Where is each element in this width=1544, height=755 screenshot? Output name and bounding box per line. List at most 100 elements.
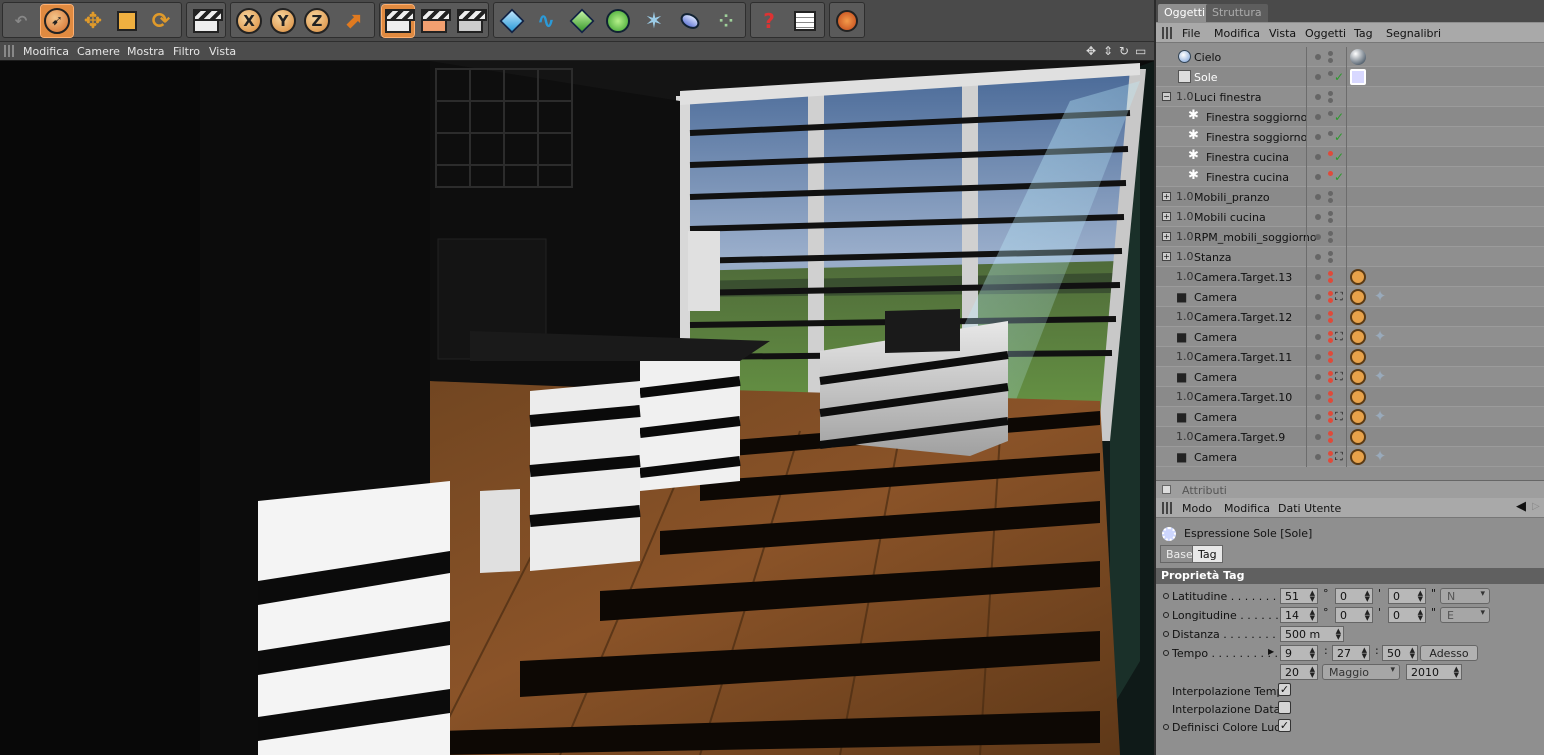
table-icon[interactable] (789, 5, 821, 37)
protection-tag-icon[interactable] (1350, 329, 1366, 345)
object-row-stanza[interactable]: + 1.0 Stanza (1156, 247, 1544, 267)
protection-tag-icon[interactable] (1350, 289, 1366, 305)
interpolate-date-checkbox[interactable] (1278, 701, 1291, 714)
help-icon[interactable]: ? (753, 5, 785, 37)
protection-tag-icon[interactable] (1350, 369, 1366, 385)
object-row-sole[interactable]: Sole ✓ (1156, 67, 1544, 87)
editor-dot[interactable] (1328, 298, 1333, 303)
tab-structure[interactable]: Struttura (1206, 4, 1268, 22)
y-axis-icon[interactable]: Y (267, 5, 299, 37)
panel-toggle-icon[interactable] (1162, 485, 1171, 494)
latitude-direction-select[interactable]: N ▾ (1440, 588, 1490, 604)
maximize-icon[interactable]: ▭ (1135, 44, 1146, 58)
visibility-dot[interactable] (1315, 234, 1321, 240)
viewport-menu-view[interactable]: Vista (209, 45, 236, 58)
viewport-menu-display[interactable]: Mostra (127, 45, 165, 58)
enabled-check-icon[interactable]: ✓ (1334, 170, 1344, 184)
object-name[interactable]: Camera (1194, 331, 1237, 344)
visibility-dot[interactable] (1315, 394, 1321, 400)
viewport-menu-filter[interactable]: Filtro (173, 45, 200, 58)
object-name[interactable]: Sole (1194, 71, 1218, 84)
object-name[interactable]: Camera (1194, 291, 1237, 304)
protection-tag-icon[interactable] (1350, 349, 1366, 365)
object-row-cielo[interactable]: Cielo (1156, 47, 1544, 67)
editor-dot[interactable] (1328, 258, 1333, 263)
move-icon[interactable]: ✥ (77, 5, 109, 37)
expand-icon[interactable]: + (1162, 192, 1171, 201)
editor-dot[interactable] (1328, 98, 1333, 103)
render-dot[interactable] (1328, 431, 1333, 436)
viewport-menu-edit[interactable]: Modifica (23, 45, 69, 58)
editor-dot[interactable] (1328, 198, 1333, 203)
render-dot[interactable] (1328, 131, 1333, 136)
animate-dot-icon[interactable] (1163, 593, 1169, 599)
longitude-minutes-field[interactable]: 0 ▲ ▼ (1335, 607, 1373, 623)
object-name[interactable]: Luci finestra (1194, 91, 1261, 104)
3d-viewport[interactable] (0, 61, 1154, 755)
render-dot[interactable] (1328, 91, 1333, 96)
editor-dot[interactable] (1328, 278, 1333, 283)
visibility-dot[interactable] (1315, 294, 1321, 300)
object-row-camera-target-11[interactable]: 1.0 Camera.Target.11 (1156, 347, 1544, 367)
animate-dot-icon[interactable] (1163, 631, 1169, 637)
animate-dot-icon[interactable] (1163, 724, 1169, 730)
z-axis-icon[interactable]: Z (301, 5, 333, 37)
object-name[interactable]: Camera (1194, 411, 1237, 424)
visibility-dot[interactable] (1315, 314, 1321, 320)
rotate-icon[interactable]: ⟳ (145, 5, 177, 37)
expand-triangle-icon[interactable]: ▶ (1268, 647, 1274, 656)
editor-dot[interactable] (1328, 238, 1333, 243)
visibility-dot[interactable] (1315, 114, 1321, 120)
distance-field[interactable]: 500 m ▲ ▼ (1280, 626, 1344, 642)
visibility-dot[interactable] (1315, 154, 1321, 160)
editor-dot[interactable] (1328, 438, 1333, 443)
spline-icon[interactable]: ∿ (530, 5, 562, 37)
menu-user-data[interactable]: Dati Utente (1278, 502, 1341, 515)
editor-dot[interactable] (1328, 358, 1333, 363)
render-dot[interactable] (1328, 151, 1333, 156)
editor-dot[interactable] (1328, 338, 1333, 343)
object-row-camera[interactable]: ■ Camera ⛶ ✦ (1156, 367, 1544, 387)
editor-dot[interactable] (1328, 58, 1333, 63)
visibility-dot[interactable] (1315, 374, 1321, 380)
sky-tag-icon[interactable] (1350, 49, 1366, 65)
camera-tag-icon[interactable]: ⛶ (1335, 329, 1351, 345)
render-dot[interactable] (1328, 111, 1333, 116)
dolly-icon[interactable]: ⇕ (1103, 44, 1113, 58)
render-dot[interactable] (1328, 171, 1333, 176)
camera-tag-icon[interactable]: ⛶ (1335, 289, 1351, 305)
enabled-check-icon[interactable]: ✓ (1334, 110, 1344, 124)
object-name[interactable]: Stanza (1194, 251, 1232, 264)
object-name[interactable]: Camera.Target.11 (1194, 351, 1292, 364)
editor-dot[interactable] (1328, 378, 1333, 383)
animate-dot-icon[interactable] (1163, 650, 1169, 656)
time-hours-field[interactable]: 9 ▲ ▼ (1280, 645, 1318, 661)
object-row-mobili-cucina[interactable]: + 1.0 Mobili cucina (1156, 207, 1544, 227)
object-row-finestra-cucina[interactable]: ✱ Finestra cucina ✓ (1156, 147, 1544, 167)
object-row-camera-target-9[interactable]: 1.0 Camera.Target.9 (1156, 427, 1544, 447)
enabled-check-icon[interactable]: ✓ (1334, 150, 1344, 164)
target-tag-icon[interactable]: ✦ (1372, 329, 1388, 345)
latitude-minutes-field[interactable]: 0 ▲ ▼ (1335, 588, 1373, 604)
object-name[interactable]: Camera.Target.13 (1194, 271, 1292, 284)
animate-dot-icon[interactable] (1163, 612, 1169, 618)
visibility-dot[interactable] (1315, 54, 1321, 60)
x-axis-icon[interactable]: X (233, 5, 265, 37)
object-name[interactable]: Cielo (1194, 51, 1221, 64)
forward-arrow-icon[interactable]: ▷ (1532, 501, 1540, 512)
target-tag-icon[interactable]: ✦ (1372, 289, 1388, 305)
object-row-camera-target-13[interactable]: 1.0 Camera.Target.13 (1156, 267, 1544, 287)
object-name[interactable]: Camera (1194, 371, 1237, 384)
define-light-color-checkbox[interactable]: ✓ (1278, 719, 1291, 732)
editor-dot[interactable] (1328, 398, 1333, 403)
enabled-check-icon[interactable]: ✓ (1334, 70, 1344, 84)
camera-tag-icon[interactable]: ⛶ (1335, 409, 1351, 425)
menu-bookmarks[interactable]: Segnalibri (1386, 27, 1441, 40)
menu-objects[interactable]: Oggetti (1305, 27, 1346, 40)
visibility-dot[interactable] (1315, 434, 1321, 440)
render-dot[interactable] (1328, 291, 1333, 296)
object-row-finestra-soggiorno[interactable]: ✱ Finestra soggiorno ✓ (1156, 127, 1544, 147)
object-row-rpm-mobili-soggiorno[interactable]: + 1.0 RPM_mobili_soggiorno (1156, 227, 1544, 247)
time-minutes-field[interactable]: 27 ▲ ▼ (1332, 645, 1370, 661)
nurbs-icon[interactable] (566, 5, 598, 37)
